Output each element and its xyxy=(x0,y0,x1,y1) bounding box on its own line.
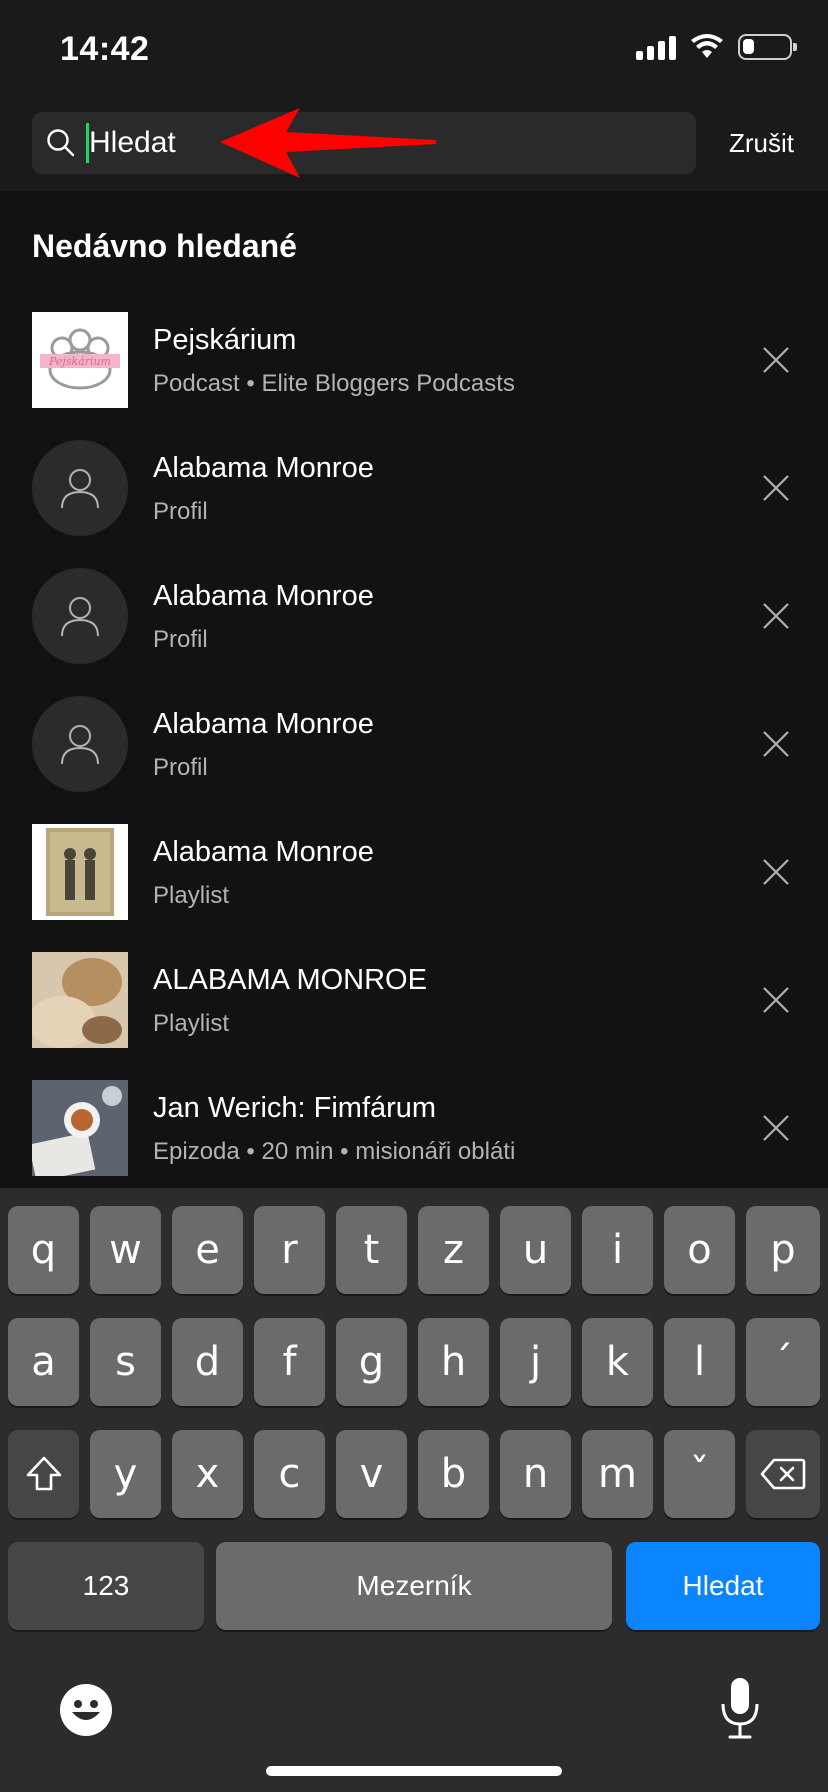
item-subtitle: Playlist xyxy=(153,1010,230,1037)
key[interactable]: k xyxy=(582,1318,653,1406)
remove-icon[interactable] xyxy=(758,726,794,762)
playlist-thumbnail xyxy=(32,952,128,1048)
item-subtitle: Playlist xyxy=(153,882,230,909)
list-item[interactable]: Pejskárium Pejskárium Podcast • Elite Bl… xyxy=(0,300,828,428)
item-title: Pejskárium xyxy=(153,324,297,356)
key[interactable]: j xyxy=(500,1318,571,1406)
item-subtitle: Epizoda • 20 min • misionáři obláti xyxy=(153,1138,516,1165)
emoji-icon[interactable] xyxy=(58,1682,114,1738)
key[interactable]: x xyxy=(172,1430,243,1518)
list-item[interactable]: Alabama Monroe Playlist xyxy=(0,812,828,940)
key[interactable]: c xyxy=(254,1430,325,1518)
backspace-icon xyxy=(760,1458,806,1490)
search-icon xyxy=(46,128,76,158)
search-key[interactable]: Hledat xyxy=(626,1542,820,1630)
list-item[interactable]: Alabama Monroe Profil xyxy=(0,556,828,684)
user-icon xyxy=(32,568,128,664)
item-title: Alabama Monroe xyxy=(153,580,374,612)
key[interactable]: w xyxy=(90,1206,161,1294)
key[interactable]: d xyxy=(172,1318,243,1406)
remove-icon[interactable] xyxy=(758,1110,794,1146)
status-bar: 14:42 xyxy=(0,0,828,96)
key[interactable]: z xyxy=(418,1206,489,1294)
item-subtitle: Profil xyxy=(153,498,208,525)
list-item[interactable]: Alabama Monroe Profil xyxy=(0,684,828,812)
item-title: Alabama Monroe xyxy=(153,708,374,740)
key[interactable]: n xyxy=(500,1430,571,1518)
item-subtitle: Profil xyxy=(153,754,208,781)
key[interactable]: e xyxy=(172,1206,243,1294)
wifi-icon xyxy=(691,34,723,58)
key[interactable]: i xyxy=(582,1206,653,1294)
key[interactable]: r xyxy=(254,1206,325,1294)
shift-icon xyxy=(26,1456,61,1491)
key[interactable]: s xyxy=(90,1318,161,1406)
microphone-icon[interactable] xyxy=(718,1676,762,1742)
recent-searches-title: Nedávno hledané xyxy=(32,228,297,264)
key[interactable]: v xyxy=(336,1430,407,1518)
key[interactable]: u xyxy=(500,1206,571,1294)
item-title: ALABAMA MONROE xyxy=(153,964,427,996)
user-icon xyxy=(32,696,128,792)
key[interactable]: b xyxy=(418,1430,489,1518)
key[interactable]: p xyxy=(746,1206,820,1294)
item-subtitle: Profil xyxy=(153,626,208,653)
space-key[interactable]: Mezerník xyxy=(216,1542,612,1630)
key[interactable]: t xyxy=(336,1206,407,1294)
key[interactable]: g xyxy=(336,1318,407,1406)
podcast-thumbnail: Pejskárium xyxy=(32,312,128,408)
numbers-key[interactable]: 123 xyxy=(8,1542,204,1630)
key[interactable]: ´ xyxy=(746,1318,820,1406)
battery-icon xyxy=(738,34,797,60)
list-item[interactable]: ALABAMA MONROE Playlist xyxy=(0,940,828,1068)
key[interactable]: y xyxy=(90,1430,161,1518)
key[interactable]: o xyxy=(664,1206,735,1294)
key[interactable]: a xyxy=(8,1318,79,1406)
list-item[interactable]: Jan Werich: Fimfárum Epizoda • 20 min • … xyxy=(0,1068,828,1196)
annotation-arrow-icon xyxy=(220,108,436,178)
battery-level xyxy=(743,39,754,54)
remove-icon[interactable] xyxy=(758,470,794,506)
remove-icon[interactable] xyxy=(758,854,794,890)
svg-text:Pejskárium: Pejskárium xyxy=(48,355,111,368)
item-title: Alabama Monroe xyxy=(153,836,374,868)
recent-list: Pejskárium Pejskárium Podcast • Elite Bl… xyxy=(0,300,828,1196)
list-item[interactable]: Alabama Monroe Profil xyxy=(0,428,828,556)
item-title: Alabama Monroe xyxy=(153,452,374,484)
key[interactable]: l xyxy=(664,1318,735,1406)
status-icons xyxy=(636,34,797,60)
backspace-key[interactable] xyxy=(746,1430,820,1518)
remove-icon[interactable] xyxy=(758,982,794,1018)
key[interactable]: ˇ xyxy=(664,1430,735,1518)
key[interactable]: h xyxy=(418,1318,489,1406)
remove-icon[interactable] xyxy=(758,342,794,378)
item-title: Jan Werich: Fimfárum xyxy=(153,1092,437,1124)
home-indicator[interactable] xyxy=(266,1766,562,1776)
shift-key[interactable] xyxy=(8,1430,79,1518)
episode-thumbnail xyxy=(32,1080,128,1176)
key[interactable]: q xyxy=(8,1206,79,1294)
status-time: 14:42 xyxy=(60,30,150,68)
user-icon xyxy=(32,440,128,536)
item-subtitle: Podcast • Elite Bloggers Podcasts xyxy=(153,370,515,397)
cellular-signal-icon xyxy=(636,34,676,60)
playlist-thumbnail xyxy=(32,824,128,920)
key[interactable]: f xyxy=(254,1318,325,1406)
key[interactable]: m xyxy=(582,1430,653,1518)
remove-icon[interactable] xyxy=(758,598,794,634)
screen: 14:42 Zruši xyxy=(0,0,828,1792)
keyboard: q w e r t z u i o p a s d f g h j k l ´ … xyxy=(0,1188,828,1792)
cancel-button[interactable]: Zrušit xyxy=(729,128,794,159)
